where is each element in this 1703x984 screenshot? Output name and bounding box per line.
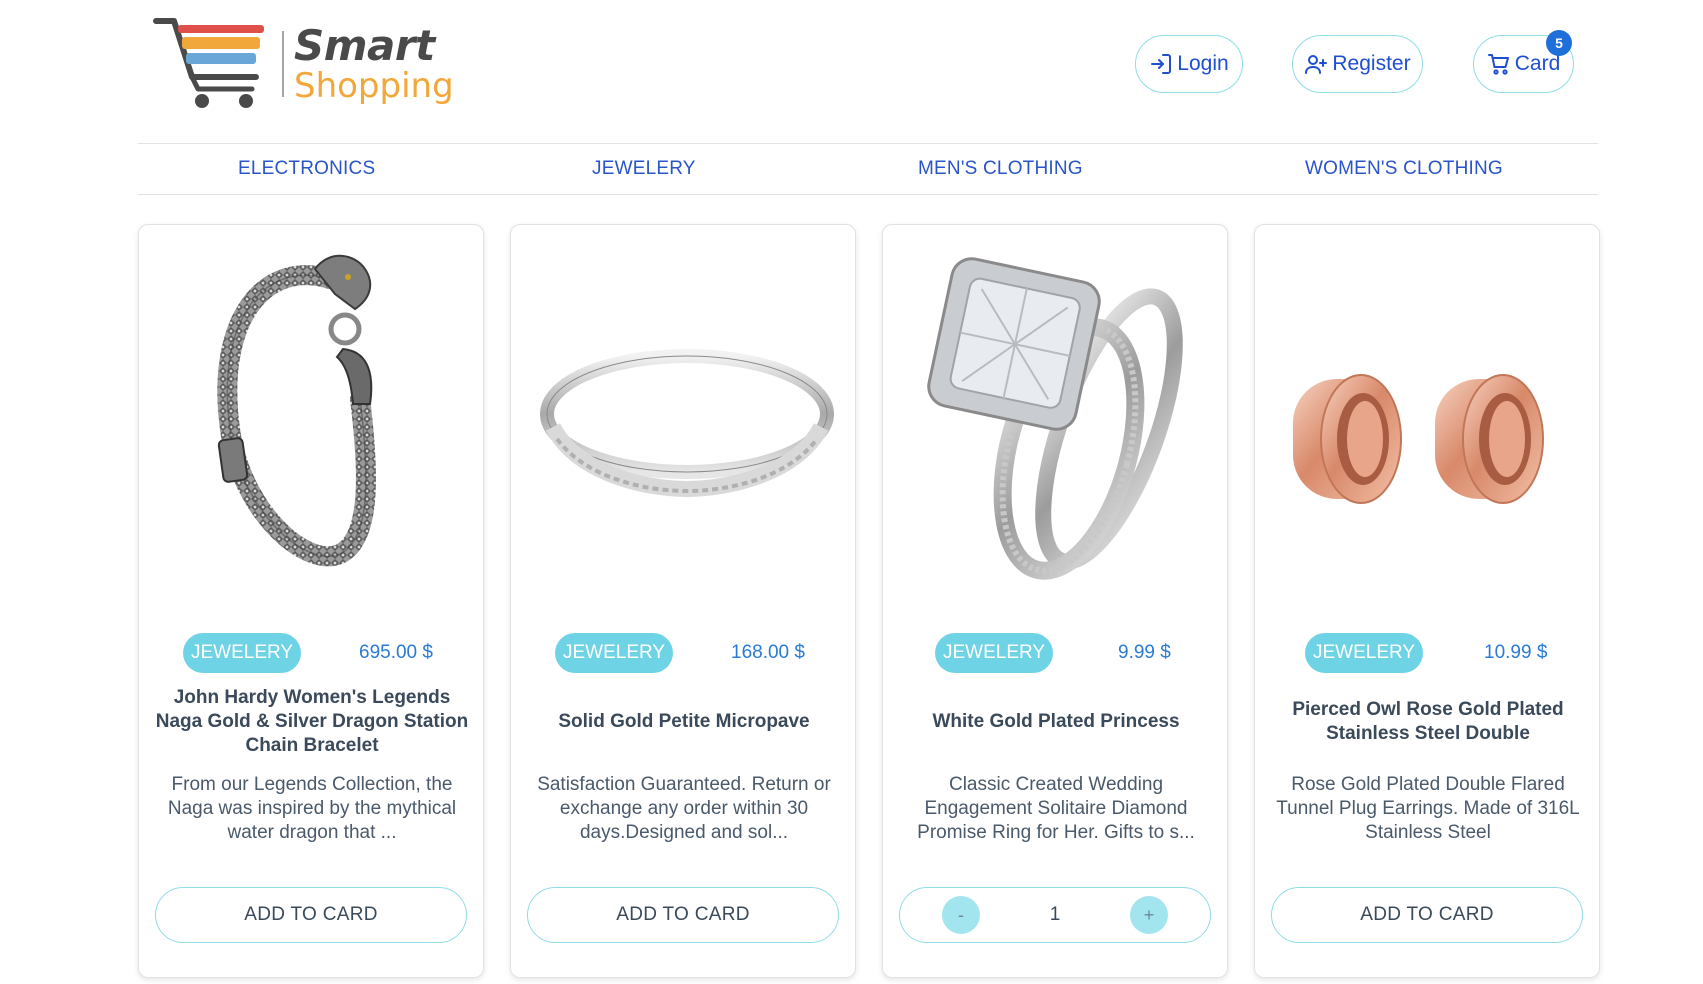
person-add-icon — [1305, 55, 1328, 74]
category-jewelery[interactable]: JEWELERY — [592, 144, 696, 194]
shopping-cart-logo-icon — [153, 18, 264, 108]
product-price: 9.99 $ — [1118, 642, 1171, 663]
quantity-stepper: - 1 + — [899, 887, 1211, 943]
product-title[interactable]: John Hardy Women's Legends Naga Gold & S… — [153, 683, 471, 761]
register-button[interactable]: Register — [1292, 35, 1423, 93]
category-mens-clothing[interactable]: MEN'S CLOTHING — [918, 144, 1083, 194]
category-tag: JEWELERY — [1305, 633, 1424, 673]
dragon-bracelet-image — [217, 254, 376, 567]
logo-divider — [282, 31, 284, 97]
product-description: From our Legends Collection, the Naga wa… — [167, 774, 457, 843]
micropave-ring-image — [540, 349, 834, 498]
product-price: 10.99 $ — [1484, 642, 1548, 663]
brand-logo[interactable]: Smart Shopping — [152, 15, 462, 113]
add-to-card-button[interactable]: ADD TO CARD — [155, 887, 467, 943]
product-meta: JEWELERY 168.00 $ — [511, 633, 855, 673]
login-label: Login — [1177, 52, 1229, 75]
product-card: JEWELERY 168.00 $ Solid Gold Petite Micr… — [510, 224, 856, 978]
cart-icon — [1487, 54, 1509, 75]
product-description: Satisfaction Guaranteed. Return or excha… — [537, 774, 831, 843]
product-image[interactable] — [899, 239, 1211, 585]
product-meta: JEWELERY 9.99 $ — [883, 633, 1227, 673]
product-card: JEWELERY 9.99 $ White Gold Plated Prince… — [882, 224, 1228, 978]
brand-word-shopping: Shopping — [294, 66, 454, 106]
category-tag: JEWELERY — [555, 633, 674, 673]
brand-wordmark: Smart Shopping — [294, 21, 454, 106]
login-button[interactable]: Login — [1135, 35, 1243, 93]
brand-word-smart: Smart — [294, 21, 435, 70]
product-meta: JEWELERY 695.00 $ — [139, 633, 483, 673]
product-price: 695.00 $ — [359, 642, 433, 663]
category-womens-clothing[interactable]: WOMEN'S CLOTHING — [1305, 144, 1503, 194]
add-to-card-button[interactable]: ADD TO CARD — [527, 887, 839, 943]
product-title[interactable]: Pierced Owl Rose Gold Plated Stainless S… — [1269, 683, 1587, 761]
product-image[interactable] — [1271, 239, 1583, 585]
increase-quantity-button[interactable]: + — [1130, 896, 1168, 934]
product-image[interactable] — [155, 239, 467, 585]
product-image[interactable] — [527, 239, 839, 585]
product-description: Classic Created Wedding Engagement Solit… — [917, 774, 1195, 843]
login-icon — [1151, 54, 1172, 74]
category-tag: JEWELERY — [183, 633, 302, 673]
decrease-quantity-button[interactable]: - — [942, 896, 980, 934]
princess-ring-image — [927, 257, 1183, 580]
category-electronics[interactable]: ELECTRONICS — [238, 144, 375, 194]
product-title[interactable]: Solid Gold Petite Micropave — [525, 683, 843, 761]
cart-count-badge: 5 — [1546, 30, 1572, 56]
cart-button[interactable]: Card 5 — [1473, 30, 1574, 93]
quantity-value: 1 — [1049, 903, 1061, 925]
product-card: JEWELERY 10.99 $ Pierced Owl Rose Gold P… — [1254, 224, 1600, 978]
product-description: Rose Gold Plated Double Flared Tunnel Pl… — [1276, 774, 1580, 843]
cart-label: Card — [1514, 52, 1561, 75]
tunnel-plug-earrings-image — [1293, 374, 1544, 504]
product-meta: JEWELERY 10.99 $ — [1255, 633, 1599, 673]
register-label: Register — [1332, 52, 1411, 75]
category-tag: JEWELERY — [935, 633, 1054, 673]
product-price: 168.00 $ — [731, 642, 805, 663]
add-to-card-button[interactable]: ADD TO CARD — [1271, 887, 1583, 943]
category-nav: ELECTRONICS JEWELERY MEN'S CLOTHING WOME… — [138, 143, 1598, 195]
product-card: JEWELERY 695.00 $ John Hardy Women's Leg… — [138, 224, 484, 978]
product-title[interactable]: White Gold Plated Princess — [897, 683, 1215, 761]
